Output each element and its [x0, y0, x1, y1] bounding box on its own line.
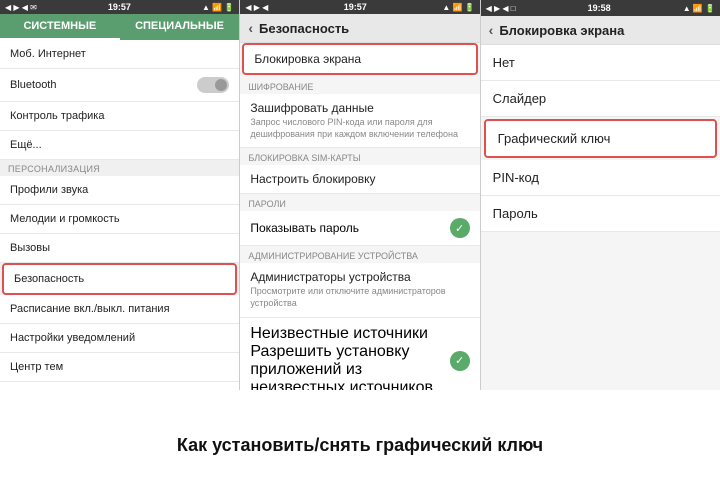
device-admins-title: Администраторы устройства: [250, 270, 469, 284]
panel-3: ◀ ▶ ◀ □ 19:58 ▲ 📶 🔋 ‹ Блокировка экрана …: [481, 0, 720, 390]
panels-row: ◀ ▶ ◀ ✉ 19:57 ▲ 📶 🔋 СИСТЕМНЫЕ СПЕЦИАЛЬНЫ…: [0, 0, 720, 390]
status-time-2: 19:57: [344, 2, 367, 12]
status-time-1: 19:57: [108, 2, 131, 12]
lock-pin-label: PIN-код: [493, 170, 539, 185]
menu-mob-internet[interactable]: Моб. Интернет: [0, 40, 239, 69]
setting-encrypt[interactable]: Зашифровать данные Запрос числового PIN-…: [240, 94, 479, 148]
menu-bluetooth[interactable]: Bluetooth: [0, 69, 239, 102]
lock-none-label: Нет: [493, 55, 515, 70]
more-label: Ещё...: [10, 139, 42, 151]
menu-traffic[interactable]: Контроль трафика: [0, 102, 239, 131]
menu-schedule[interactable]: Расписание вкл./выкл. питания: [0, 295, 239, 324]
status-right-1: ▲ 📶 🔋: [202, 3, 234, 12]
encrypt-subtitle: Запрос числового PIN-кода или пароля для…: [250, 117, 469, 140]
panel-2: ◀ ▶ ◀ 19:57 ▲ 📶 🔋 ‹ Безопасность Блокиро…: [240, 0, 480, 390]
unknown-sources-subtitle: Разрешить установку приложений из неизве…: [250, 343, 449, 390]
menu-more[interactable]: Ещё...: [0, 131, 239, 160]
calls-label: Вызовы: [10, 242, 50, 254]
lock-password-label: Пароль: [493, 206, 538, 221]
menu-notifications[interactable]: Настройки уведомлений: [0, 324, 239, 353]
lock-option-pin[interactable]: PIN-код: [481, 160, 720, 196]
traffic-label: Контроль трафика: [10, 110, 104, 122]
main-container: ◀ ▶ ◀ ✉ 19:57 ▲ 📶 🔋 СИСТЕМНЫЕ СПЕЦИАЛЬНЫ…: [0, 0, 720, 502]
panel3-title: Блокировка экрана: [499, 23, 624, 38]
setting-show-password[interactable]: Показывать пароль ✓: [240, 211, 479, 246]
panel3-header: ‹ Блокировка экрана: [481, 16, 720, 45]
status3-left: ◀ ▶ ◀ □: [486, 4, 516, 13]
lock-option-slider[interactable]: Слайдер: [481, 81, 720, 117]
unknown-sources-check: ✓: [450, 351, 470, 371]
screen-lock-title: Блокировка экрана: [254, 52, 465, 66]
sound-profiles-label: Профили звука: [10, 184, 88, 196]
tab-system[interactable]: СИСТЕМНЫЕ: [0, 14, 120, 40]
section-sim-lock: БЛОКИРОВКА SIM-КАРТЫ: [240, 148, 479, 165]
lock-pattern-label: Графический ключ: [498, 131, 611, 146]
unknown-sources-title: Неизвестные источники: [250, 325, 449, 343]
status-bar-1: ◀ ▶ ◀ ✉ 19:57 ▲ 📶 🔋: [0, 0, 239, 14]
section-device-admin: АДМИНИСТРИРОВАНИЕ УСТРОЙСТВА: [240, 246, 479, 263]
show-password-check: ✓: [450, 218, 470, 238]
lock-option-password[interactable]: Пароль: [481, 196, 720, 232]
menu-security[interactable]: Безопасность: [2, 263, 237, 295]
panel-1: ◀ ▶ ◀ ✉ 19:57 ▲ 📶 🔋 СИСТЕМНЫЕ СПЕЦИАЛЬНЫ…: [0, 0, 240, 390]
setting-device-admins[interactable]: Администраторы устройства Просмотрите ил…: [240, 263, 479, 317]
section-passwords: ПАРОЛИ: [240, 194, 479, 211]
bluetooth-label: Bluetooth: [10, 79, 56, 91]
status-time-3: 19:58: [588, 3, 611, 13]
status-bar-2: ◀ ▶ ◀ 19:57 ▲ 📶 🔋: [240, 0, 479, 14]
back-arrow-3[interactable]: ‹: [489, 22, 494, 38]
panel2-title: Безопасность: [259, 21, 349, 36]
device-admins-subtitle: Просмотрите или отключите администраторо…: [250, 286, 469, 309]
status-bar-3: ◀ ▶ ◀ □ 19:58 ▲ 📶 🔋: [481, 0, 720, 16]
security-label: Безопасность: [14, 273, 84, 285]
melodies-label: Мелодии и громкость: [10, 213, 120, 225]
menu-sound-profiles[interactable]: Профили звука: [0, 176, 239, 205]
status2-left: ◀ ▶ ◀: [245, 3, 268, 12]
lock-slider-label: Слайдер: [493, 91, 547, 106]
sim-lock-title: Настроить блокировку: [250, 172, 469, 186]
personalization-label: ПЕРСОНАЛИЗАЦИЯ: [0, 160, 239, 176]
tab-bar-1: СИСТЕМНЫЕ СПЕЦИАЛЬНЫЕ: [0, 14, 239, 40]
status3-right: ▲ 📶 🔋: [683, 4, 715, 13]
menu-themes[interactable]: Центр тем: [0, 353, 239, 382]
lock-option-none[interactable]: Нет: [481, 45, 720, 81]
section-encryption: ШИФРОВАНИЕ: [240, 77, 479, 94]
encrypt-title: Зашифровать данные: [250, 101, 469, 115]
tab-special[interactable]: СПЕЦИАЛЬНЫЕ: [120, 14, 240, 40]
themes-label: Центр тем: [10, 361, 63, 373]
panel2-header: ‹ Безопасность: [240, 14, 479, 43]
schedule-label: Расписание вкл./выкл. питания: [10, 303, 170, 315]
bluetooth-toggle[interactable]: [197, 77, 229, 93]
notifications-label: Настройки уведомлений: [10, 332, 135, 344]
setting-screen-lock[interactable]: Блокировка экрана: [242, 43, 477, 75]
menu-melodies[interactable]: Мелодии и громкость: [0, 205, 239, 234]
show-password-label: Показывать пароль: [250, 221, 359, 235]
setting-unknown-sources[interactable]: Неизвестные источники Разрешить установк…: [240, 318, 479, 390]
status-left-icons: ◀ ▶ ◀ ✉: [5, 3, 37, 12]
back-arrow-2[interactable]: ‹: [248, 20, 253, 36]
menu-calls[interactable]: Вызовы: [0, 234, 239, 263]
lock-option-pattern[interactable]: Графический ключ: [484, 119, 717, 158]
footer-area: Как установить/снять графический ключ: [0, 390, 720, 502]
status2-right: ▲ 📶 🔋: [442, 3, 474, 12]
menu-accounts[interactable]: АККАУНТЫ: [0, 382, 239, 390]
mob-internet-label: Моб. Интернет: [10, 48, 86, 60]
setting-sim-lock[interactable]: Настроить блокировку: [240, 165, 479, 194]
footer-text: Как установить/снять графический ключ: [177, 434, 543, 457]
